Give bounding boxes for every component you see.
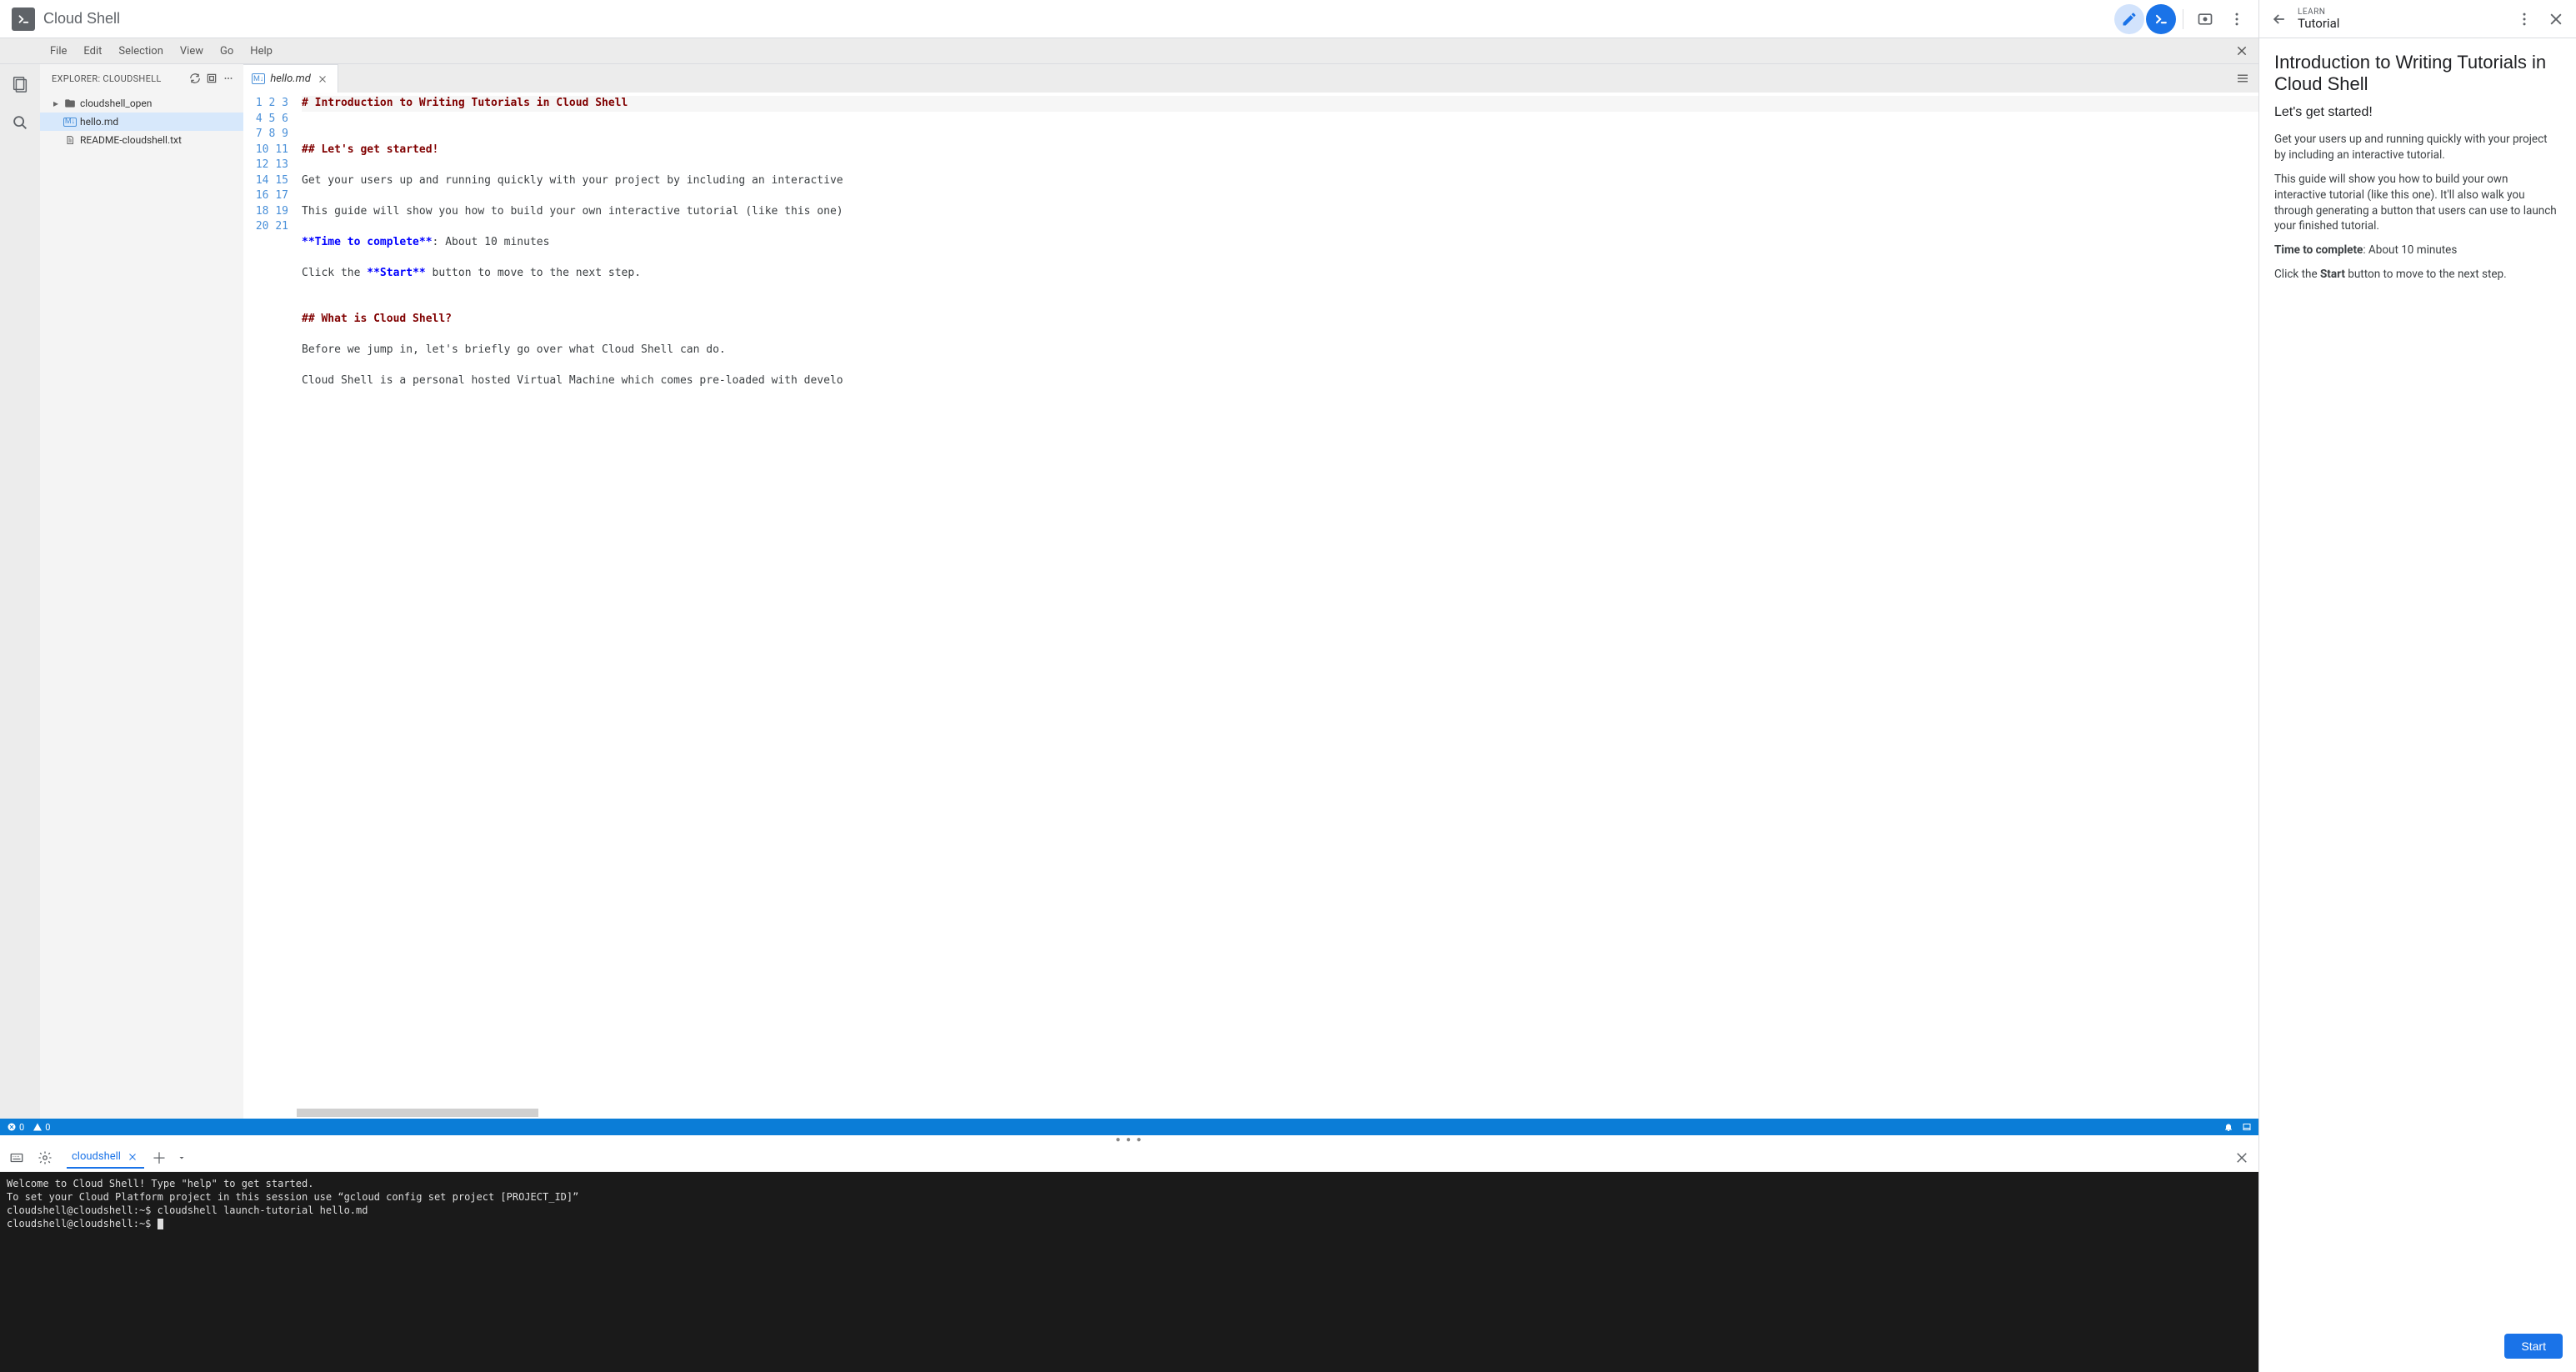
horizontal-scrollbar[interactable]: [297, 1109, 538, 1117]
tree-folder[interactable]: ▸ cloudshell_open: [40, 94, 243, 113]
explorer-panel: EXPLORER: CLOUDSHELL ▸: [40, 64, 243, 1119]
code-editor[interactable]: 1 2 3 4 5 6 7 8 9 10 11 12 13 14 15 16 1…: [243, 93, 2258, 1119]
refresh-icon[interactable]: [187, 70, 203, 87]
file-tree: ▸ cloudshell_open M↓ hello.md: [40, 93, 243, 1119]
close-tutorial-icon[interactable]: [2543, 6, 2569, 33]
terminal-dropdown-icon[interactable]: [174, 1148, 189, 1168]
menu-help[interactable]: Help: [242, 42, 281, 61]
tutorial-body: Introduction to Writing Tutorials in Clo…: [2259, 38, 2576, 1327]
tutorial-paragraph: Get your users up and running quickly wi…: [2274, 132, 2561, 163]
editor-tab[interactable]: M↓ hello.md: [243, 64, 338, 93]
terminal-tab-label: cloudshell: [72, 1150, 121, 1163]
tutorial-paragraph: This guide will show you how to build yo…: [2274, 172, 2561, 235]
explorer-title: EXPLORER: CLOUDSHELL: [52, 73, 162, 84]
menu-go[interactable]: Go: [212, 42, 242, 61]
tutorial-time: Time to complete: About 10 minutes: [2274, 243, 2561, 258]
tree-item-label: cloudshell_open: [80, 98, 152, 109]
collapse-icon[interactable]: [203, 70, 220, 87]
close-tab-icon[interactable]: [316, 73, 329, 86]
chevron-right-icon: ▸: [52, 98, 60, 109]
terminal-icon[interactable]: [2146, 4, 2176, 34]
tutorial-header: LEARN Tutorial: [2259, 0, 2576, 38]
layout-icon[interactable]: [2242, 1122, 2252, 1132]
menu-view[interactable]: View: [172, 42, 212, 61]
close-terminal-tab-icon[interactable]: [126, 1150, 139, 1164]
tab-label: hello.md: [270, 73, 310, 85]
editor-menubar: File Edit Selection View Go Help: [0, 38, 2258, 63]
search-icon[interactable]: [8, 111, 32, 134]
tutorial-title: Tutorial: [2298, 17, 2339, 31]
activity-bar: [0, 64, 40, 1119]
editor-overflow-icon[interactable]: [2232, 68, 2253, 89]
menu-edit[interactable]: Edit: [75, 42, 110, 61]
preview-icon[interactable]: [2190, 4, 2220, 34]
folder-icon: [63, 98, 77, 109]
app-title: Cloud Shell: [43, 10, 120, 28]
editor-tabs: M↓ hello.md: [243, 64, 2258, 93]
tutorial-heading: Introduction to Writing Tutorials in Clo…: [2274, 52, 2561, 95]
tutorial-subheading: Let's get started!: [2274, 105, 2561, 120]
settings-icon[interactable]: [33, 1146, 57, 1169]
tree-item-label: hello.md: [80, 116, 118, 128]
tree-item-label: README-cloudshell.txt: [80, 134, 182, 146]
cloud-shell-logo: [12, 8, 35, 31]
explorer-icon[interactable]: [8, 73, 32, 96]
tree-file[interactable]: README-cloudshell.txt: [40, 131, 243, 149]
line-gutter: 1 2 3 4 5 6 7 8 9 10 11 12 13 14 15 16 1…: [243, 93, 297, 1119]
drag-handle[interactable]: ● ● ●: [0, 1135, 2258, 1144]
terminal-tab[interactable]: cloudshell: [67, 1147, 144, 1169]
menu-file[interactable]: File: [42, 42, 75, 61]
notifications-icon[interactable]: [2223, 1122, 2233, 1132]
more-explorer-icon[interactable]: [220, 70, 237, 87]
app-topbar: Cloud Shell: [0, 0, 2258, 38]
edit-icon[interactable]: [2114, 4, 2144, 34]
back-icon[interactable]: [2266, 6, 2293, 33]
close-terminal-icon[interactable]: [2230, 1146, 2253, 1169]
warnings-count[interactable]: 0: [33, 1122, 50, 1133]
tutorial-instruction: Click the Start button to move to the ne…: [2274, 267, 2561, 283]
keyboard-icon[interactable]: [5, 1146, 28, 1169]
tutorial-more-icon[interactable]: [2511, 6, 2538, 33]
terminal[interactable]: Welcome to Cloud Shell! Type "help" to g…: [0, 1172, 2258, 1372]
tree-file[interactable]: M↓ hello.md: [40, 113, 243, 131]
markdown-icon: M↓: [252, 73, 265, 84]
start-button[interactable]: Start: [2504, 1334, 2563, 1359]
close-editor-icon[interactable]: [2230, 39, 2253, 63]
markdown-icon: M↓: [63, 118, 77, 127]
more-icon[interactable]: [2222, 4, 2252, 34]
terminal-tabbar: cloudshell ＋: [0, 1144, 2258, 1172]
text-file-icon: [63, 135, 77, 145]
errors-count[interactable]: 0: [7, 1122, 24, 1133]
add-terminal-icon[interactable]: ＋: [149, 1148, 169, 1168]
menu-selection[interactable]: Selection: [110, 42, 171, 61]
status-bar: 0 0: [0, 1119, 2258, 1135]
code-content[interactable]: # Introduction to Writing Tutorials in C…: [297, 93, 2258, 1119]
